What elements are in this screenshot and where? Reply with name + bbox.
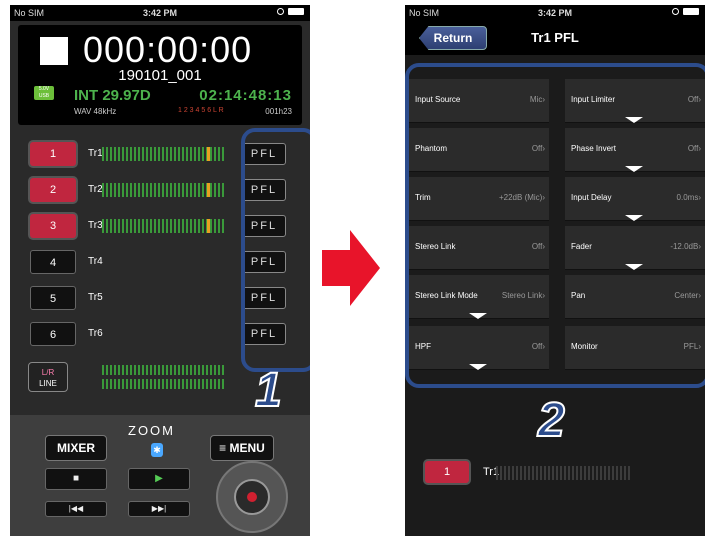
settings-highlight-callout — [405, 63, 705, 388]
stop-button[interactable]: ■ — [45, 468, 107, 490]
clock: 3:42 PM — [537, 8, 572, 18]
status-bar: No SIM 3:42 PM — [10, 5, 310, 21]
timecode-mode: INT 29.97D — [74, 87, 151, 104]
status-bar: No SIM 3:42 PM — [405, 5, 705, 21]
lr-mix-button[interactable]: L/R LINE — [28, 362, 68, 392]
remaining-time: 001h23 — [265, 107, 292, 116]
battery-icon — [683, 8, 699, 15]
level-meter — [102, 183, 226, 197]
track-row-5: 5 Tr5 — [18, 286, 258, 310]
track-6-button[interactable]: 6 — [30, 322, 76, 346]
line-label: LINE — [39, 379, 57, 388]
track-row-6: 6 Tr6 — [18, 322, 258, 346]
zoom-logo: ZOOM — [128, 423, 175, 438]
navigation-bar: Return Tr1 PFL — [405, 21, 705, 55]
stop-status-icon — [40, 37, 68, 65]
file-name: 190101_001 — [118, 67, 202, 84]
lr-meter-right — [102, 379, 226, 389]
track-label: Tr3 — [88, 220, 103, 231]
track-label: Tr5 — [88, 292, 103, 303]
track-row-3: 3 Tr3 — [18, 214, 258, 238]
record-button[interactable] — [216, 461, 288, 533]
orientation-lock-icon — [277, 8, 284, 15]
track-1-button[interactable]: 1 — [30, 142, 76, 166]
track-4-button[interactable]: 4 — [30, 250, 76, 274]
time-counter: 000:00:00 — [83, 29, 253, 70]
page-title: Tr1 PFL — [531, 30, 579, 45]
track-label: Tr4 — [88, 256, 103, 267]
track-row-1: 1 Tr1 — [18, 142, 258, 166]
track-1-button[interactable]: 1 — [425, 461, 469, 483]
right-phone-screen: No SIM 3:42 PM Return Tr1 PFL Input Sour… — [405, 5, 705, 536]
record-icon — [247, 492, 257, 502]
file-format: WAV 48kHz — [74, 107, 117, 116]
lr-meter-left — [102, 365, 226, 375]
callout-number-2: 2 — [537, 393, 566, 448]
fast-forward-button[interactable]: ▶▶| — [128, 501, 190, 517]
lr-label: L/R — [41, 368, 55, 377]
track-label: Tr1 — [88, 148, 103, 159]
callout-number-1: 1 — [254, 363, 283, 418]
clock: 3:42 PM — [142, 8, 177, 18]
track-row-2: 2 Tr2 — [18, 178, 258, 202]
track-2-button[interactable]: 2 — [30, 178, 76, 202]
timecode: 02:14:48:13 — [199, 87, 292, 104]
recorder-display: 000:00:00 190101_001 5.0V USB INT 29.97D… — [18, 25, 302, 125]
track-label: Tr6 — [88, 328, 103, 339]
bluetooth-icon: ✱ — [151, 443, 163, 457]
orientation-lock-icon — [672, 8, 679, 15]
play-button[interactable]: ▶ — [128, 468, 190, 490]
level-meter — [102, 219, 226, 233]
battery-icon — [288, 8, 304, 15]
menu-button[interactable]: ≡ MENU — [210, 435, 274, 461]
usb-power-icon: 5.0V USB — [34, 86, 54, 100]
pfl-highlight-callout — [241, 128, 310, 372]
arrow-right-icon — [322, 230, 380, 306]
rewind-button[interactable]: |◀◀ — [45, 501, 107, 517]
track-label: Tr2 — [88, 184, 103, 195]
track-row-4: 4 Tr4 — [18, 250, 258, 274]
mixer-button[interactable]: MIXER — [45, 435, 107, 461]
left-phone-screen: No SIM 3:42 PM 000:00:00 190101_001 5.0V… — [10, 5, 310, 536]
track-row-1: 1 Tr1 — [420, 461, 632, 485]
track-5-button[interactable]: 5 — [30, 286, 76, 310]
armed-tracks-indicator: 1 2 3 4 5 6 L R — [178, 107, 224, 114]
track-3-button[interactable]: 3 — [30, 214, 76, 238]
level-meter — [102, 147, 226, 161]
control-panel: MIXER ZOOM ✱ ≡ MENU ■ ▶ |◀◀ ▶▶| — [10, 415, 310, 536]
level-meter — [496, 466, 632, 480]
